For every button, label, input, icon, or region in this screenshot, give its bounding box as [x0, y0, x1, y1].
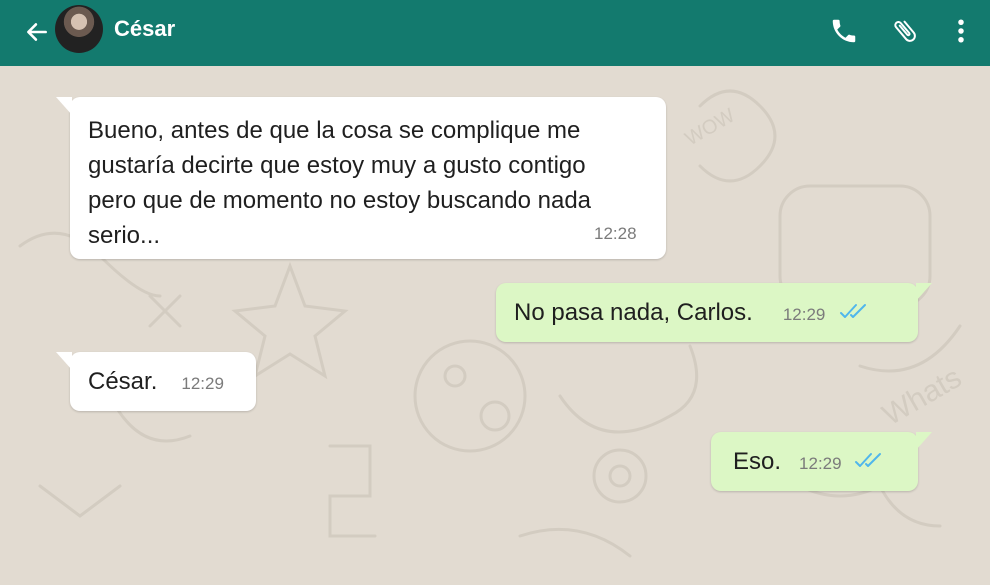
message-text: Eso.	[733, 448, 782, 475]
message-bubble-incoming[interactable]: César. 12:29	[56, 352, 256, 411]
message-bubble-outgoing[interactable]: No pasa nada, Carlos. 12:29	[496, 283, 932, 342]
message-text-line: Bueno, antes de que la cosa se complique…	[88, 117, 581, 144]
phone-icon[interactable]	[829, 16, 859, 46]
message-text: No pasa nada, Carlos.	[514, 299, 753, 326]
double-check-read-icon	[854, 453, 881, 467]
chat-header: César	[0, 0, 990, 66]
bubble-tail	[56, 97, 72, 115]
svg-text:WOW: WOW	[682, 105, 739, 151]
bubble-tail	[916, 283, 932, 301]
arrow-left-icon[interactable]	[24, 19, 50, 45]
bubble-tail	[916, 432, 932, 450]
message-time: 12:29	[181, 374, 224, 393]
paperclip-icon[interactable]	[890, 16, 920, 46]
message-time: 12:29	[799, 454, 842, 473]
double-check-read-icon	[840, 304, 867, 318]
message-time: 12:28	[594, 224, 637, 243]
more-vert-icon[interactable]	[946, 16, 976, 46]
bubble-tail	[56, 352, 72, 370]
message-text: César.	[88, 368, 158, 395]
message-time: 12:29	[782, 305, 826, 324]
contact-name[interactable]: César	[114, 16, 175, 42]
message-text-line: pero que de momento no estoy buscando na…	[88, 187, 592, 214]
message-bubble-outgoing[interactable]: Eso. 12:29	[711, 432, 932, 491]
message-text-line: gustaría decirte que estoy muy a gusto c…	[88, 152, 586, 179]
contact-avatar[interactable]	[55, 5, 103, 53]
message-text-line: serio...	[88, 222, 161, 249]
message-bubble-incoming[interactable]: Bueno, antes de que la cosa se complique…	[56, 97, 666, 259]
